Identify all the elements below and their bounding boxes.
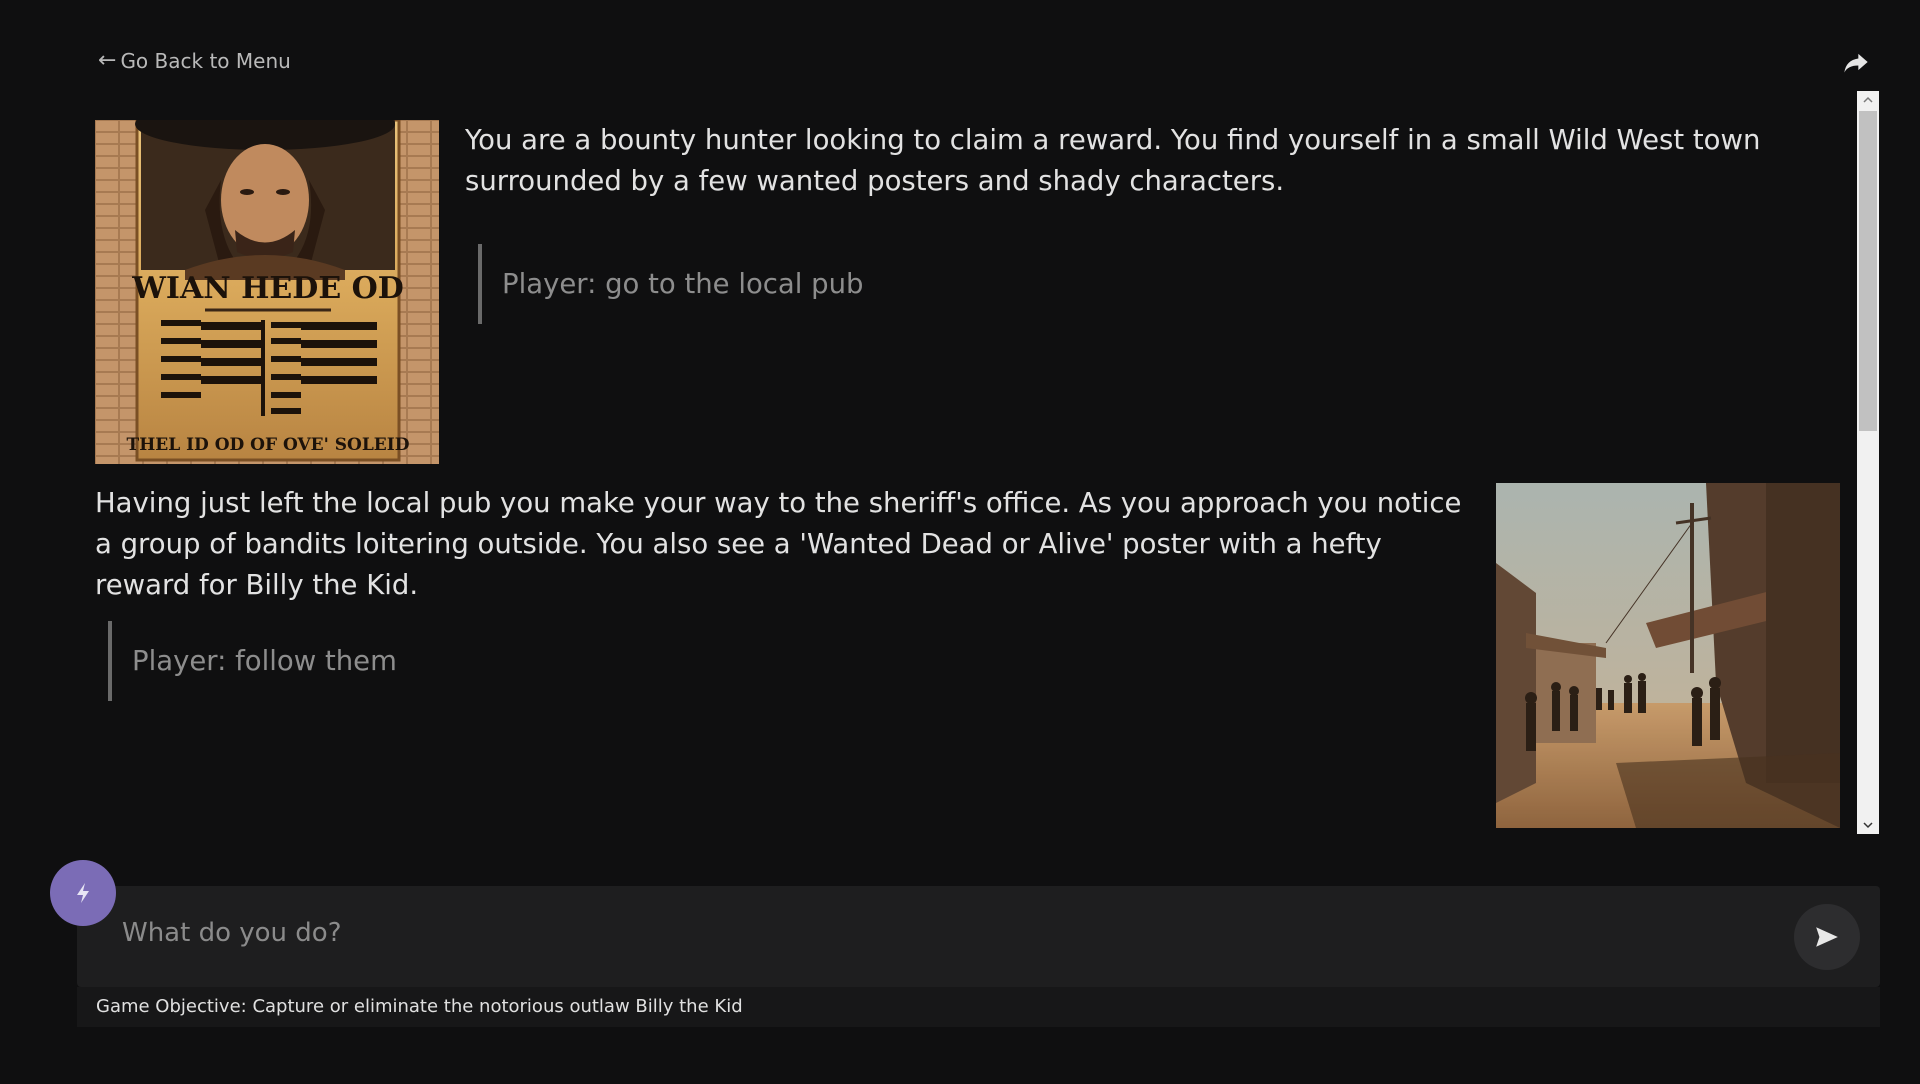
story-scrollbar[interactable] bbox=[1857, 91, 1879, 834]
back-to-menu-link[interactable]: ← Go Back to Menu bbox=[98, 48, 291, 73]
wanted-poster-image: WIAN HEDE OD THEL ID OD OF OVE' SOLEID bbox=[95, 120, 439, 464]
scrollbar-thumb[interactable] bbox=[1859, 111, 1877, 431]
story-turn: Having just left the local pub you make … bbox=[95, 483, 1840, 828]
share-arrow-icon bbox=[1844, 53, 1868, 73]
chevron-down-icon bbox=[1863, 822, 1873, 829]
poster-title-text: WIAN HEDE OD bbox=[131, 271, 404, 306]
send-button[interactable] bbox=[1794, 904, 1860, 970]
narration-text: You are a bounty hunter looking to claim… bbox=[465, 124, 1761, 197]
scroll-up-button[interactable] bbox=[1857, 91, 1879, 109]
magic-action-button[interactable] bbox=[50, 860, 116, 926]
story-turn: WIAN HEDE OD THEL ID OD OF OVE' SOLEID Y… bbox=[95, 120, 1840, 464]
narration-text: Having just left the local pub you make … bbox=[95, 487, 1462, 601]
story-log: WIAN HEDE OD THEL ID OD OF OVE' SOLEID Y… bbox=[95, 92, 1840, 834]
action-input-placeholder[interactable]: What do you do? bbox=[122, 918, 342, 948]
western-street-image bbox=[1496, 483, 1840, 828]
back-link-label: Go Back to Menu bbox=[120, 48, 291, 73]
back-arrow-icon: ← bbox=[98, 48, 117, 73]
player-action-quote: Player: go to the local pub bbox=[478, 244, 864, 324]
game-page: ← Go Back to Menu WIAN HEDE OD THEL ID O… bbox=[0, 0, 1920, 1084]
lightning-icon bbox=[77, 883, 89, 903]
poster-footer-text: THEL ID OD OF OVE' SOLEID bbox=[127, 435, 410, 455]
scroll-down-button[interactable] bbox=[1857, 816, 1879, 834]
share-button[interactable] bbox=[1842, 48, 1870, 76]
game-objective: Game Objective: Capture or eliminate the… bbox=[77, 987, 1880, 1027]
send-icon bbox=[1816, 927, 1838, 947]
chevron-up-icon bbox=[1863, 96, 1873, 103]
action-input-box[interactable]: What do you do? bbox=[77, 886, 1880, 987]
player-action-quote: Player: follow them bbox=[108, 621, 397, 701]
